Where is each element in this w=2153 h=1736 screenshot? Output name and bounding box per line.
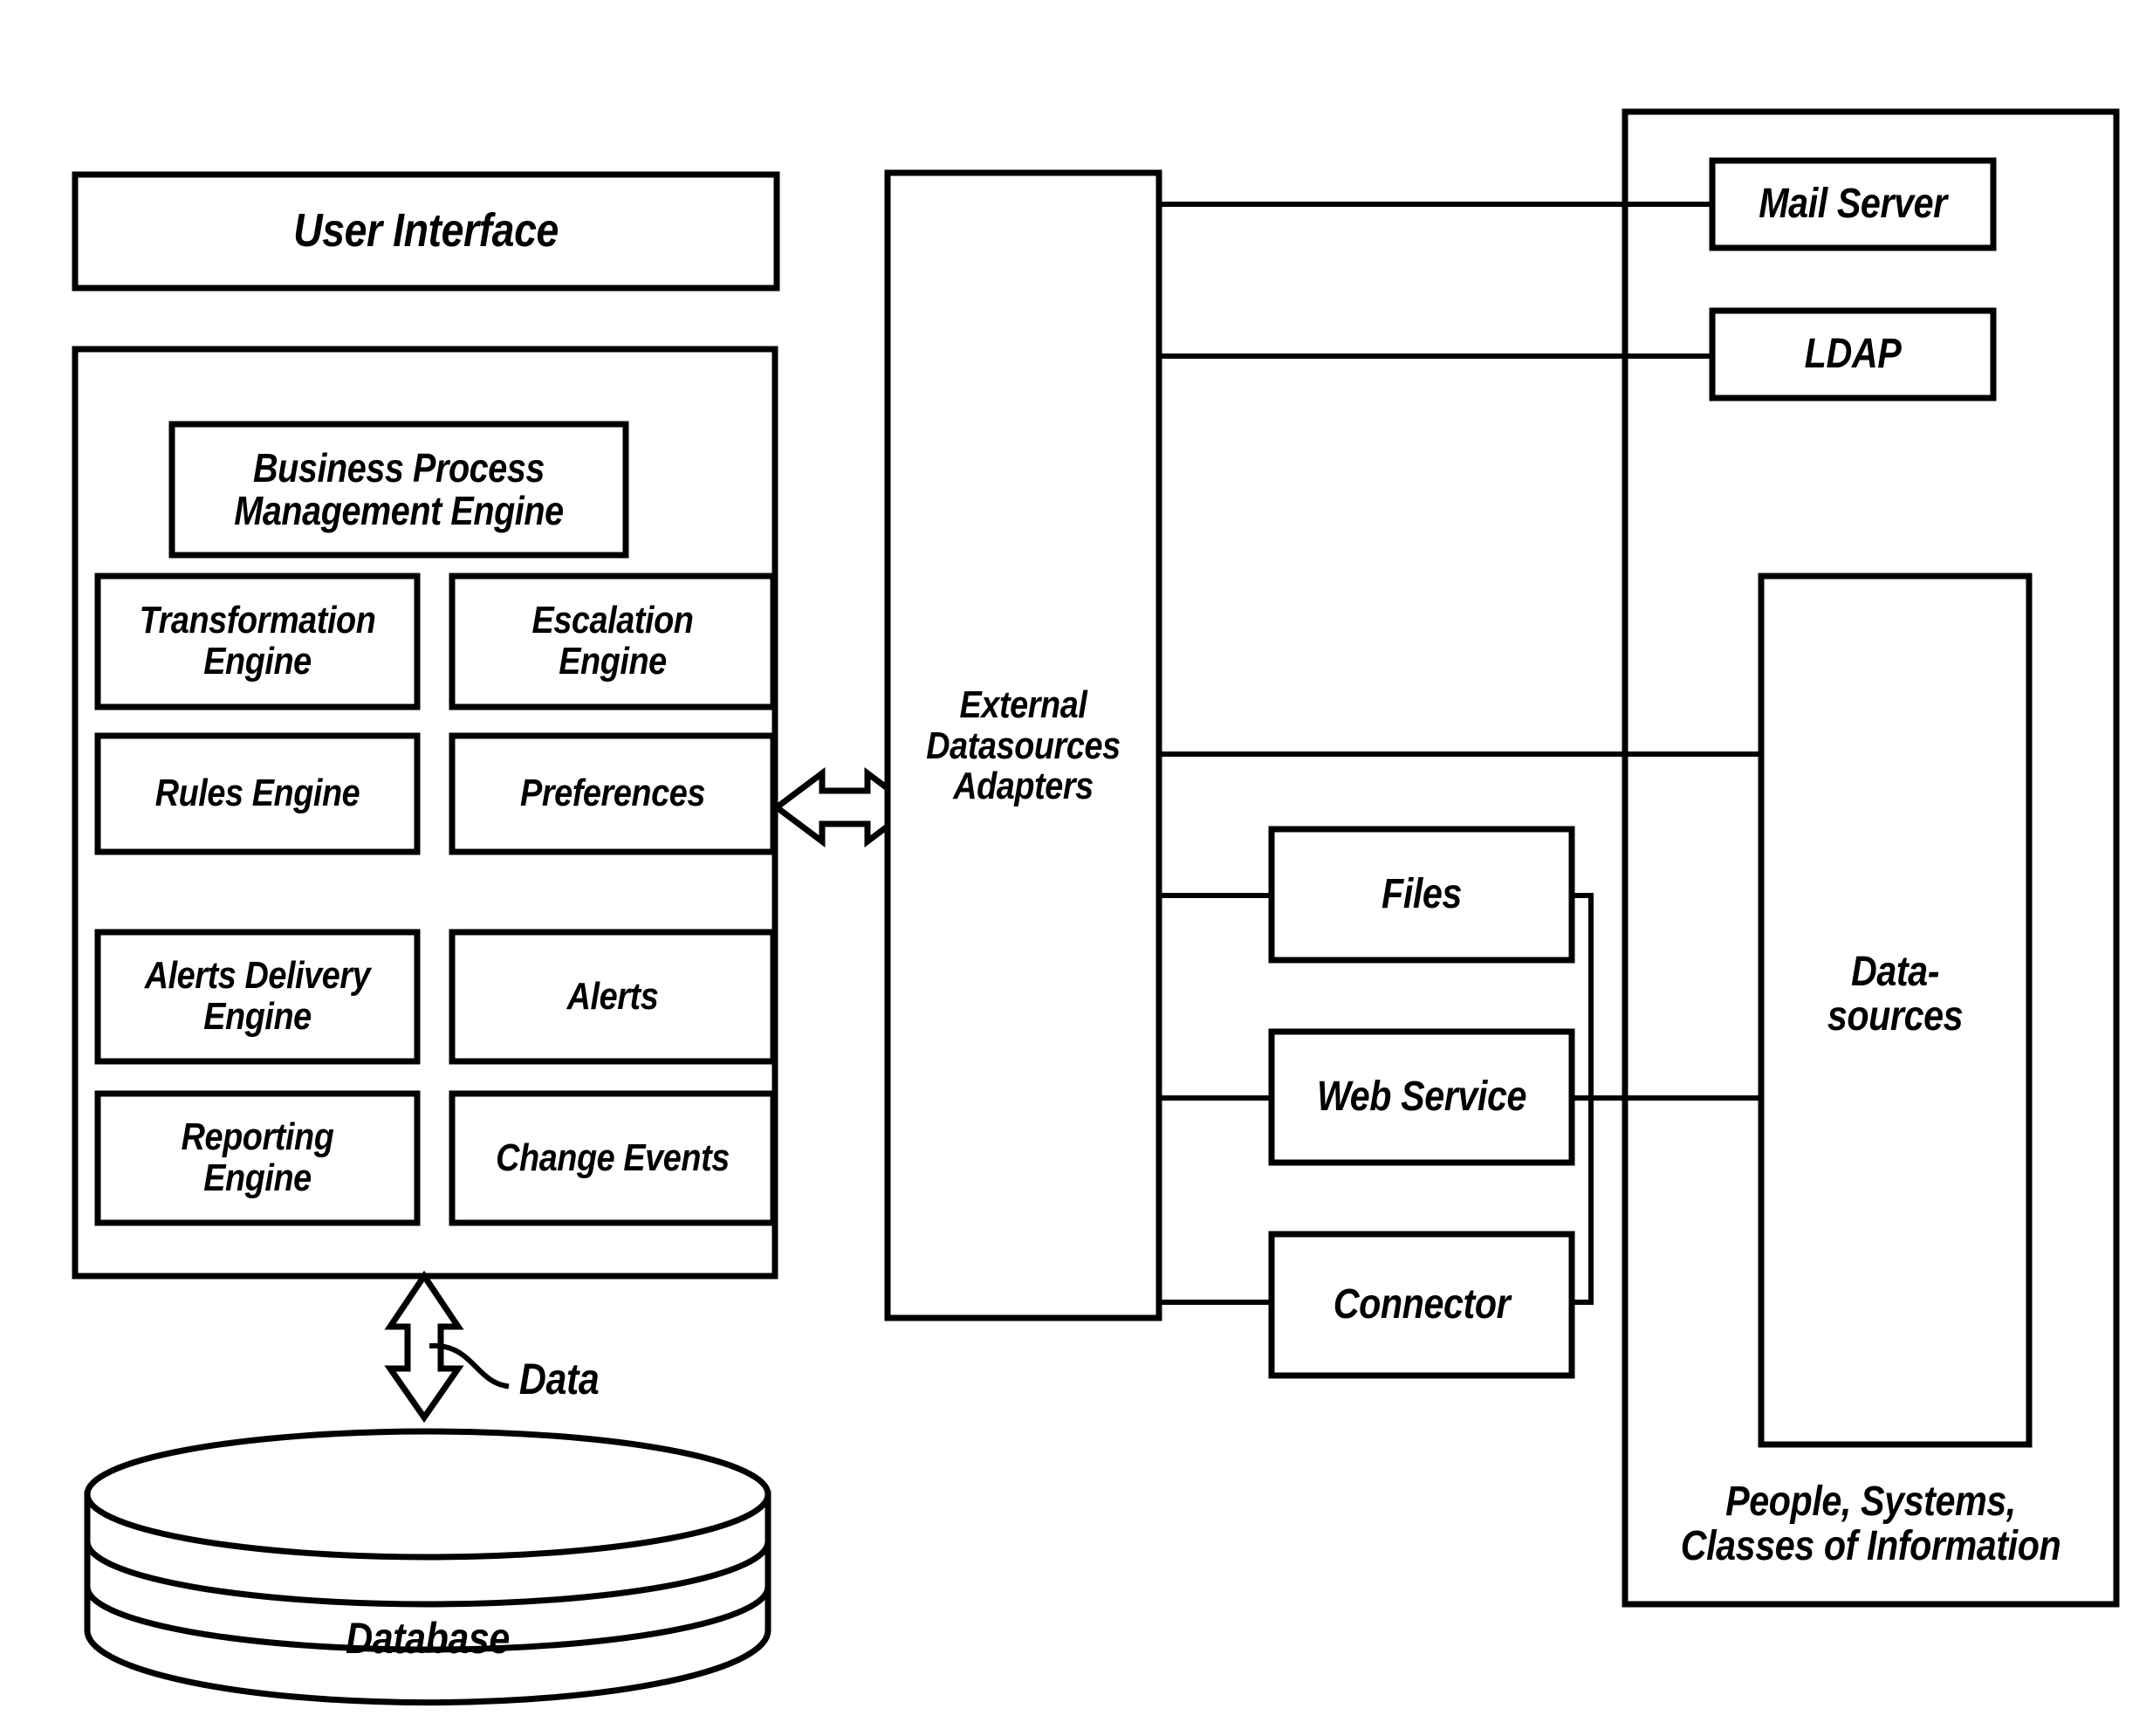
datasources-box[interactable] [1758, 573, 2033, 1448]
web-service-box[interactable] [1268, 1028, 1575, 1166]
escalation-engine-box[interactable] [449, 573, 777, 710]
database-cylinder-top [84, 1428, 771, 1561]
alerts-box[interactable] [449, 929, 777, 1065]
rules-engine-box[interactable] [94, 732, 421, 855]
mail-server-box[interactable] [1709, 157, 1997, 251]
alerts-delivery-engine-box[interactable] [94, 929, 421, 1065]
change-events-box[interactable] [449, 1090, 777, 1226]
diagram-canvas: User Interface Business Process Manageme… [0, 0, 2153, 1736]
user-interface-box[interactable] [72, 171, 780, 292]
bpm-engine-box[interactable] [168, 421, 629, 559]
external-datasources-adapters-box[interactable] [884, 169, 1162, 1321]
transformation-engine-box[interactable] [94, 573, 421, 710]
reporting-engine-box[interactable] [94, 1090, 421, 1226]
connector-box[interactable] [1268, 1231, 1575, 1379]
ldap-box[interactable] [1709, 307, 1997, 401]
files-box[interactable] [1268, 826, 1575, 964]
diagram-vector-layer [72, 108, 2120, 1706]
preferences-box[interactable] [449, 732, 777, 855]
